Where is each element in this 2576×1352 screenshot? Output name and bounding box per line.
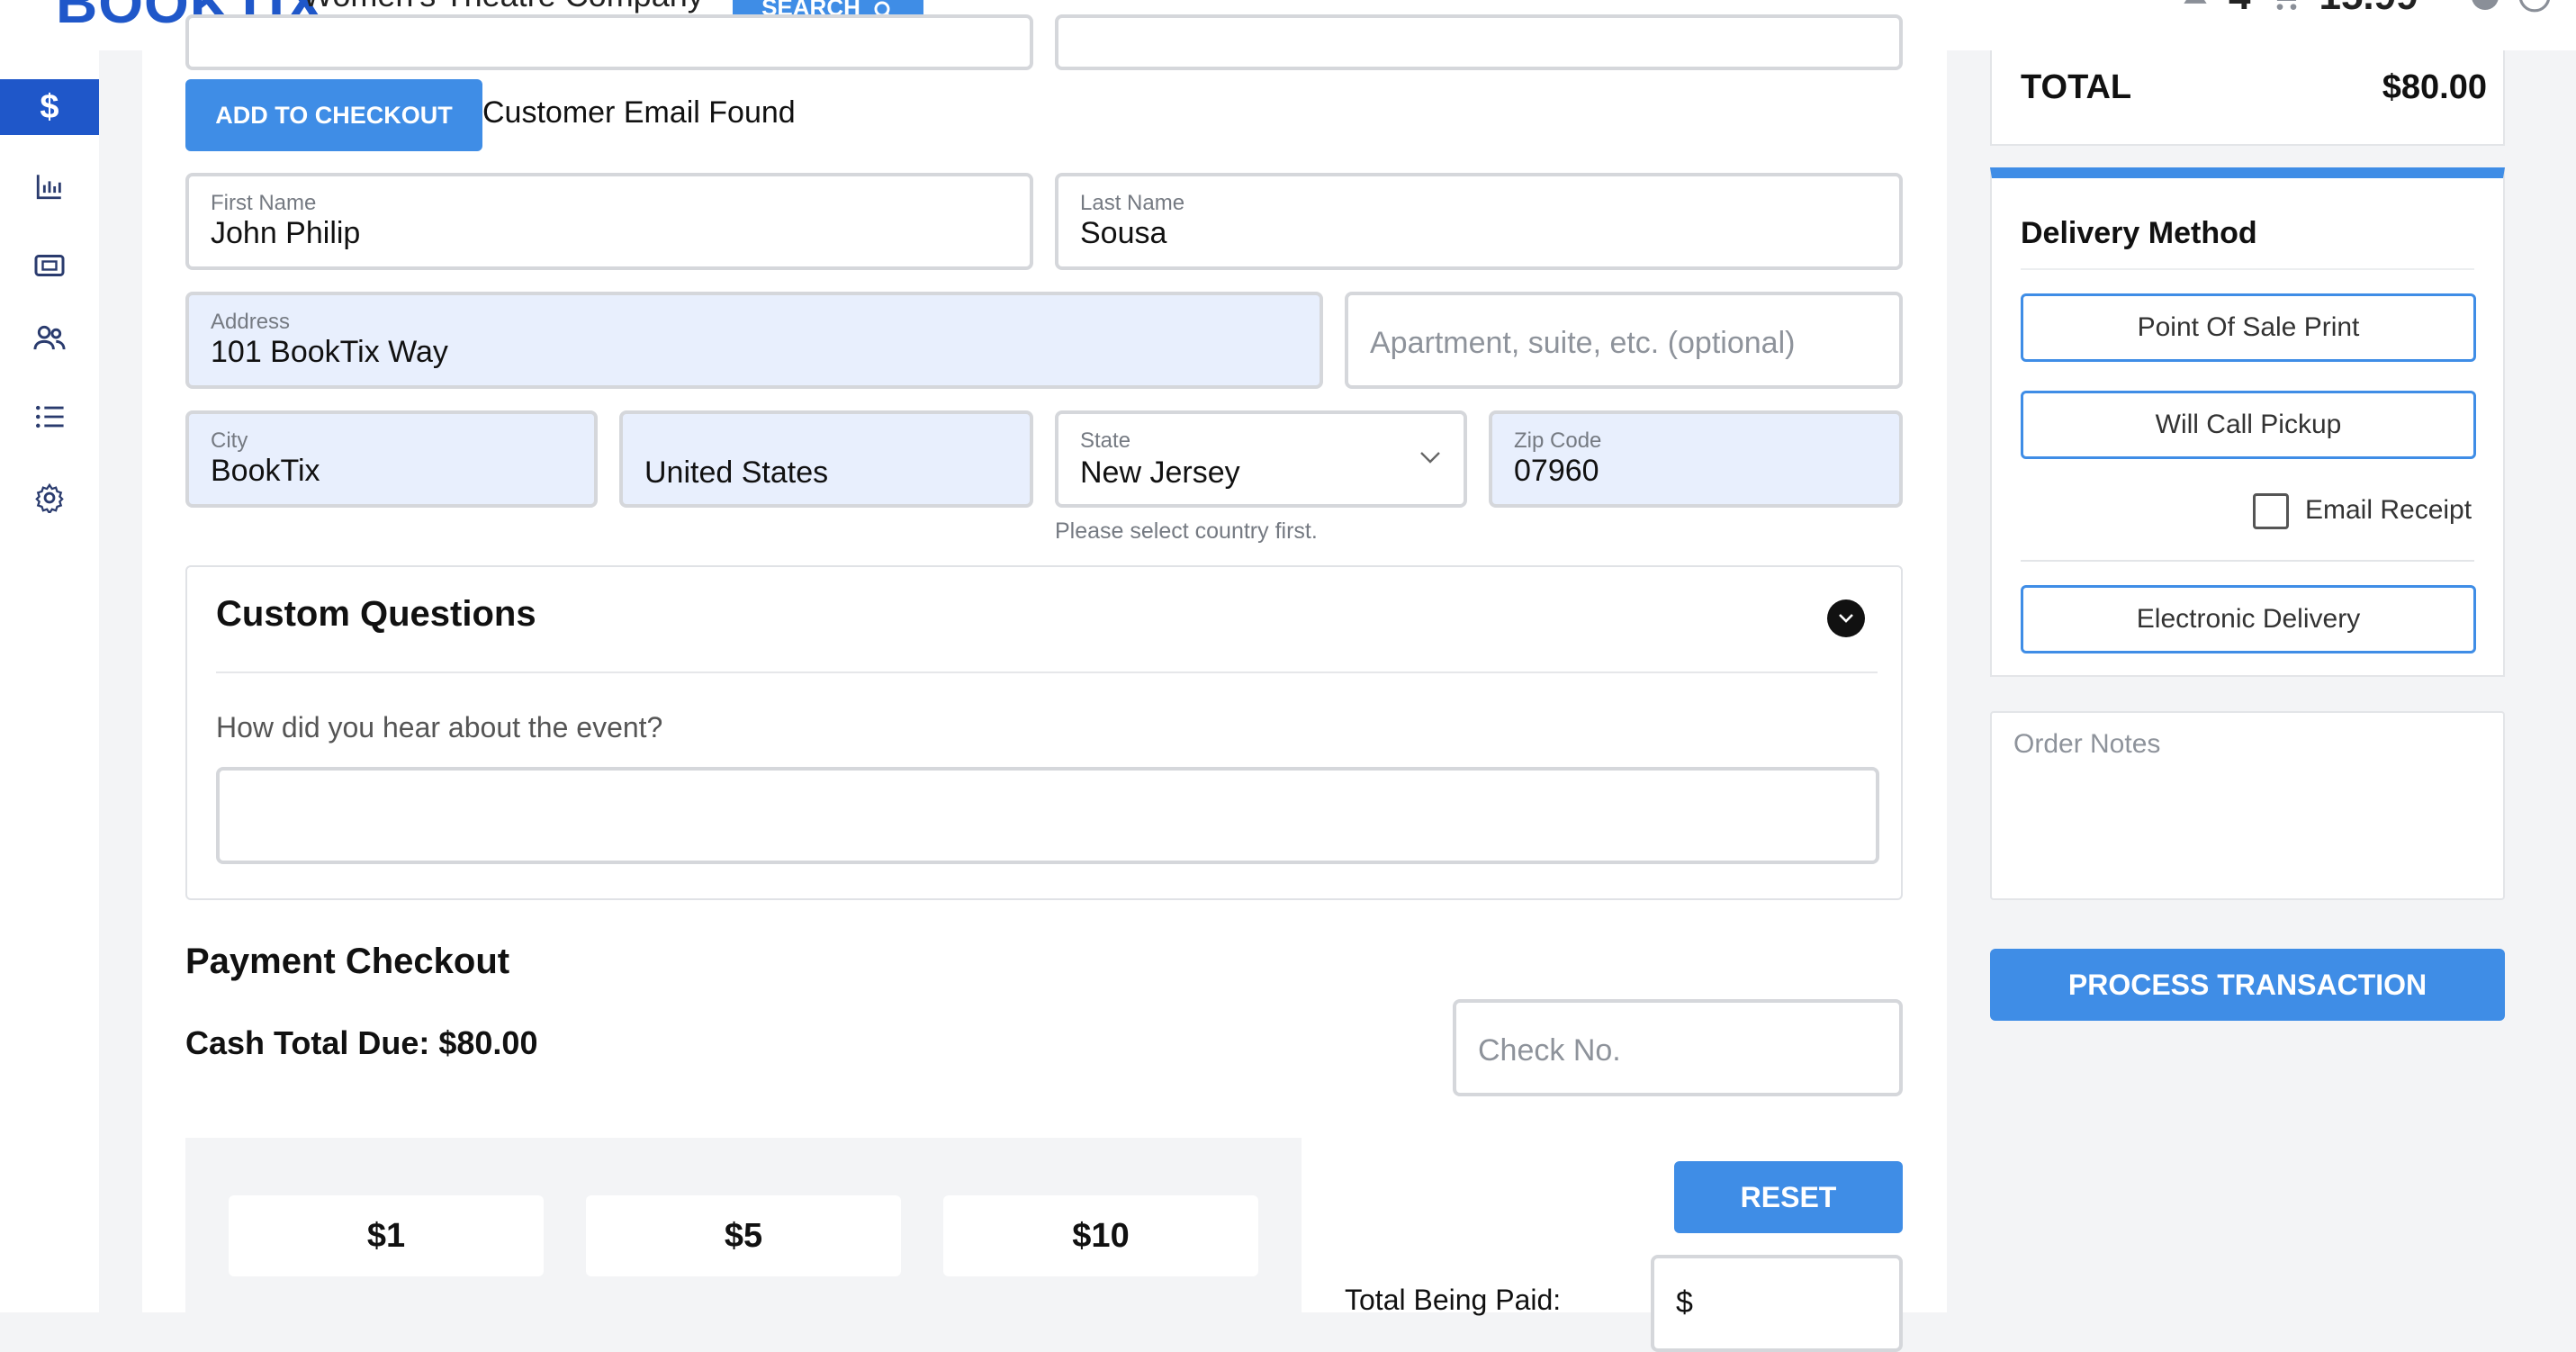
- sidebar-item-lists[interactable]: [0, 389, 99, 445]
- first-name-label: First Name: [211, 191, 317, 215]
- cart-icon[interactable]: [2266, 0, 2302, 14]
- help-icon[interactable]: [2469, 0, 2501, 13]
- cash-total-due: Cash Total Due: $80.00: [185, 1024, 538, 1061]
- reset-button[interactable]: RESET: [1674, 1161, 1903, 1233]
- custom-questions-card: Custom Questions How did you hear about …: [185, 565, 1903, 900]
- electronic-delivery-button[interactable]: Electronic Delivery: [2021, 585, 2476, 653]
- total-card: TOTAL $80.00: [1990, 50, 2505, 146]
- user-account-icon[interactable]: [2517, 0, 2552, 14]
- sidebar: $: [0, 50, 99, 1312]
- city-label: City: [211, 428, 248, 453]
- bar-chart-icon: [36, 175, 61, 200]
- users-icon: [33, 325, 66, 350]
- total-being-paid-input[interactable]: $: [1651, 1255, 1903, 1352]
- zip-code-label: Zip Code: [1514, 428, 1602, 453]
- currency-symbol: $: [1676, 1285, 1693, 1320]
- phone-field[interactable]: [1055, 14, 1903, 70]
- gear-icon: [35, 482, 64, 513]
- chevron-down-icon: [1839, 614, 1853, 623]
- add-to-checkout-button[interactable]: ADD TO CHECKOUT: [185, 79, 482, 151]
- country-select[interactable]: United States: [619, 410, 1033, 508]
- sidebar-item-reports[interactable]: [0, 158, 99, 214]
- state-label: State: [1080, 428, 1131, 453]
- total-value: $80.00: [2382, 68, 2487, 106]
- total-label: TOTAL: [2021, 68, 2132, 106]
- address-label: Address: [211, 310, 291, 334]
- sidebar-item-tickets[interactable]: [0, 238, 99, 293]
- city-value: BookTix: [211, 454, 320, 488]
- question-label: How did you hear about the event?: [216, 711, 663, 744]
- question-answer-input[interactable]: [216, 767, 1879, 864]
- list-icon: [35, 405, 64, 428]
- bell-icon[interactable]: [2178, 0, 2212, 14]
- quick-cash-5-button[interactable]: $5: [586, 1195, 901, 1276]
- organization-name: Women's Theatre Company: [302, 0, 704, 14]
- delivery-method-card: Delivery Method Point Of Sale Print Will…: [1990, 167, 2505, 677]
- check-number-placeholder: Check No.: [1478, 1033, 1621, 1068]
- email-status-text: Customer Email Found: [482, 95, 796, 130]
- total-being-paid-label: Total Being Paid:: [1345, 1284, 1562, 1316]
- collapse-toggle[interactable]: [1827, 599, 1865, 637]
- email-receipt-label: Email Receipt: [2305, 495, 2472, 525]
- divider: [2021, 268, 2474, 270]
- last-name-label: Last Name: [1080, 191, 1185, 215]
- email-field[interactable]: [185, 14, 1033, 70]
- check-number-field[interactable]: Check No.: [1453, 999, 1903, 1096]
- last-name-field[interactable]: Last Name Sousa: [1055, 173, 1903, 270]
- sidebar-item-customers[interactable]: [0, 310, 99, 365]
- quick-cash-1-button[interactable]: $1: [229, 1195, 544, 1276]
- sidebar-item-settings[interactable]: [0, 470, 99, 526]
- zip-code-value: 07960: [1514, 454, 1599, 488]
- address-value: 101 BookTix Way: [211, 335, 448, 369]
- country-value: United States: [644, 455, 829, 490]
- first-name-value: John Philip: [211, 216, 361, 250]
- divider: [216, 671, 1878, 673]
- state-value: New Jersey: [1080, 455, 1240, 490]
- apartment-field[interactable]: Apartment, suite, etc. (optional): [1345, 292, 1903, 389]
- divider: [2021, 560, 2474, 562]
- first-name-field[interactable]: First Name John Philip: [185, 173, 1033, 270]
- order-notes-textarea[interactable]: Order Notes: [1990, 711, 2505, 900]
- quick-cash-panel: $1 $5 $10: [185, 1138, 1302, 1318]
- cart-count: 4: [2229, 0, 2250, 19]
- payment-checkout-title: Payment Checkout: [185, 942, 510, 981]
- checkout-form-panel: ADD TO CHECKOUT Customer Email Found Fir…: [142, 14, 1947, 1352]
- chevron-down-icon: [1420, 452, 1440, 464]
- process-transaction-button[interactable]: PROCESS TRANSACTION: [1990, 949, 2505, 1021]
- state-select[interactable]: State New Jersey: [1055, 410, 1467, 508]
- cart-total: 15.99: [2319, 0, 2418, 19]
- will-call-pickup-button[interactable]: Will Call Pickup: [2021, 391, 2476, 459]
- city-field[interactable]: City BookTix: [185, 410, 598, 508]
- address-field[interactable]: Address 101 BookTix Way: [185, 292, 1323, 389]
- top-right-controls: 4 15.99: [2178, 0, 2552, 18]
- order-summary-panel: TOTAL $80.00 Delivery Method Point Of Sa…: [1947, 50, 2576, 1312]
- quick-cash-10-button[interactable]: $10: [943, 1195, 1258, 1276]
- zip-code-field[interactable]: Zip Code 07960: [1489, 410, 1903, 508]
- ticket-icon: [34, 255, 65, 276]
- custom-questions-title: Custom Questions: [216, 594, 536, 634]
- delivery-method-title: Delivery Method: [2021, 216, 2257, 250]
- email-receipt-checkbox[interactable]: [2253, 493, 2289, 529]
- apartment-placeholder: Apartment, suite, etc. (optional): [1370, 326, 1796, 360]
- order-notes-placeholder: Order Notes: [2013, 729, 2161, 759]
- last-name-value: Sousa: [1080, 216, 1167, 250]
- dollar-icon: $: [40, 87, 59, 126]
- state-hint: Please select country first.: [1055, 518, 1318, 544]
- point-of-sale-print-button[interactable]: Point Of Sale Print: [2021, 293, 2476, 362]
- sidebar-item-sales[interactable]: $: [0, 79, 99, 135]
